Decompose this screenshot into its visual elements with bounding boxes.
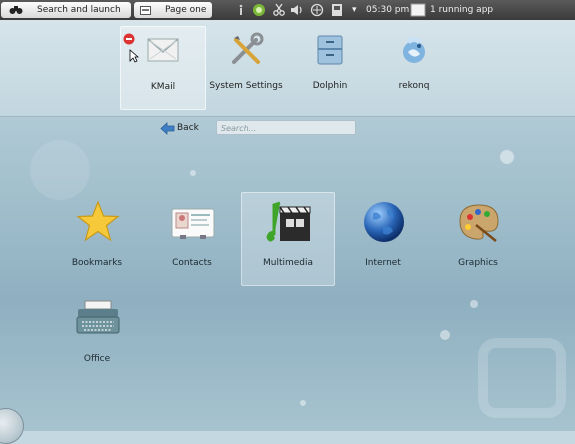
clipboard-scissors-icon[interactable] <box>272 3 286 17</box>
background-bubble <box>30 140 90 200</box>
file-manager-icon <box>317 35 343 65</box>
background-bubble <box>300 400 306 406</box>
remove-favorite-icon[interactable] <box>123 33 135 45</box>
binoculars-icon <box>9 6 23 14</box>
clock[interactable]: 05:30 pm <box>366 0 409 20</box>
background-bubble <box>500 150 514 164</box>
category-bookmarks[interactable]: Bookmarks <box>51 193 143 285</box>
favorite-system-settings[interactable]: System Settings <box>204 26 288 108</box>
typewriter-icon <box>76 300 120 334</box>
search-input[interactable]: Search... <box>216 120 356 135</box>
background-bubble <box>440 330 450 340</box>
back-label: Back <box>177 123 199 133</box>
top-panel: Search and launch Page one ▾ 05:30 pm 1 … <box>0 0 575 21</box>
background-bubble <box>190 170 196 176</box>
category-graphics[interactable]: Graphics <box>432 193 524 285</box>
page-label: Page one <box>165 5 207 15</box>
settings-tools-icon <box>232 32 264 64</box>
volume-icon[interactable] <box>290 3 304 17</box>
favorite-label: KMail <box>150 82 176 92</box>
category-contacts[interactable]: Contacts <box>146 193 238 285</box>
category-label: Office <box>83 354 111 364</box>
page-icon <box>140 6 151 15</box>
contact-card-icon <box>171 208 215 239</box>
search-and-launch-button[interactable]: Search and launch <box>1 2 131 18</box>
category-label: Graphics <box>458 258 498 268</box>
favorite-label: Dolphin <box>312 81 348 91</box>
device-notifier-icon[interactable] <box>330 3 344 17</box>
multimedia-icon <box>266 201 311 242</box>
favorite-label: System Settings <box>209 81 283 91</box>
category-label: Multimedia <box>262 258 314 268</box>
star-icon <box>76 200 120 242</box>
category-internet[interactable]: Internet <box>337 193 429 285</box>
clock-dropdown-arrow[interactable]: ▾ <box>352 0 357 20</box>
running-window-icon[interactable] <box>410 2 426 18</box>
mouse-cursor-icon <box>129 49 139 63</box>
category-label: Bookmarks <box>71 258 123 268</box>
favorites-strip: KMail System Settings Dolphin rekonq <box>0 20 575 117</box>
category-label: Contacts <box>172 258 212 268</box>
palette-icon <box>459 204 499 242</box>
back-arrow-icon <box>160 122 175 135</box>
info-icon[interactable] <box>234 3 248 17</box>
category-office[interactable]: Office <box>51 289 143 381</box>
mail-icon <box>147 38 179 62</box>
favorite-label: rekonq <box>398 81 430 91</box>
category-label: Internet <box>365 258 401 268</box>
category-multimedia[interactable]: Multimedia <box>241 192 335 286</box>
launch-label: Search and launch <box>37 5 121 15</box>
update-notifier-icon[interactable] <box>252 3 266 17</box>
running-apps-label[interactable]: 1 running app <box>430 0 493 20</box>
globe-icon <box>364 202 404 242</box>
web-browser-icon <box>403 37 425 63</box>
favorite-kmail[interactable]: KMail <box>120 26 206 110</box>
favorite-rekonq[interactable]: rekonq <box>372 26 456 108</box>
favorite-dolphin[interactable]: Dolphin <box>288 26 372 108</box>
network-icon[interactable] <box>310 3 324 17</box>
background-decoration <box>478 338 566 418</box>
page-selector[interactable]: Page one <box>134 2 212 18</box>
background-bubble <box>470 300 478 308</box>
corner-toolbox-button[interactable] <box>0 408 24 444</box>
